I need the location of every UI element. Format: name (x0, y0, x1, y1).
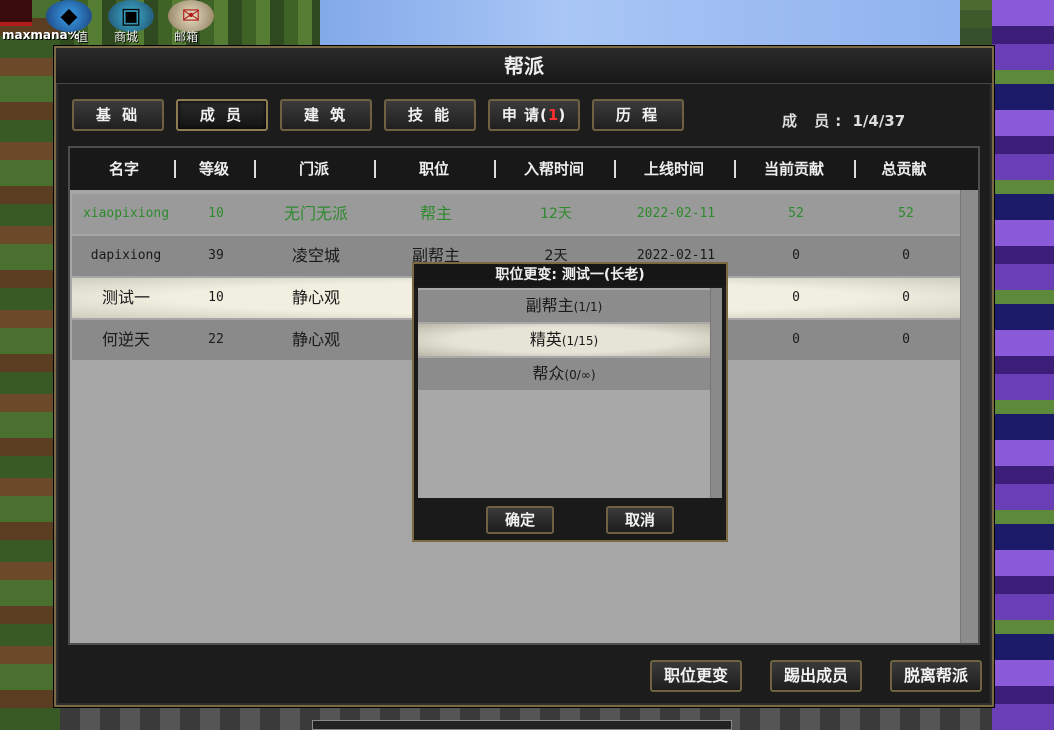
sky (300, 0, 960, 50)
tab-applications-label: 申 请( (501, 106, 548, 124)
cell-level: 39 (208, 248, 224, 263)
tab-buildings[interactable]: 建 筑 (280, 99, 372, 131)
tab-history[interactable]: 历 程 (592, 99, 684, 131)
cell-current: 0 (792, 248, 800, 263)
header-level: 等级 (198, 160, 229, 178)
cell-sect: 无门无派 (283, 204, 348, 223)
cell-sect: 凌空城 (291, 246, 340, 265)
gift-label: 商城 (114, 30, 139, 44)
change-position-button[interactable]: 职位更变 (650, 660, 742, 692)
hotbar[interactable] (312, 720, 732, 730)
header-name: 名字 (108, 160, 139, 178)
terrain-right (992, 0, 1054, 730)
cell-current: 52 (788, 206, 804, 221)
cell-level: 10 (208, 206, 224, 221)
crystal-label: 值 (76, 30, 89, 44)
header-position: 职位 (418, 160, 449, 178)
cell-sect: 静心观 (291, 288, 340, 307)
cell-name: 测试一 (101, 288, 150, 307)
header-current-contribution: 当前贡献 (763, 160, 824, 178)
cell-total: 0 (902, 248, 910, 263)
cell-total: 0 (902, 332, 910, 347)
header-divider (254, 160, 256, 178)
cell-total: 0 (902, 290, 910, 305)
header-online: 上线时间 (643, 160, 704, 178)
cell-level: 22 (208, 332, 224, 347)
option-count: (1/1) (573, 300, 603, 314)
option-label: 精英 (529, 330, 562, 349)
cell-current: 0 (792, 332, 800, 347)
option-count: (0/∞) (564, 368, 596, 382)
member-count: 成 员: 1/4/37 (782, 110, 905, 131)
tab-applications-suffix: ) (558, 106, 567, 124)
cell-name: dapixiong (90, 248, 162, 263)
panel-title: 帮派 (56, 48, 992, 84)
cell-sect: 静心观 (291, 330, 340, 349)
position-option-list: 副帮主(1/1) 精英(1/15) 帮众(0/∞) (418, 288, 722, 498)
confirm-button[interactable]: 确定 (486, 506, 554, 534)
cell-total: 52 (898, 206, 914, 221)
header-divider (614, 160, 616, 178)
header-divider (174, 160, 176, 178)
header-divider (374, 160, 376, 178)
mail-label: 邮箱 (174, 30, 199, 44)
member-count-label: 成 员: (782, 112, 848, 130)
leave-guild-button[interactable]: 脱离帮派 (890, 660, 982, 692)
option-vice-leader[interactable]: 副帮主(1/1) (418, 290, 710, 322)
option-label: 副帮主 (525, 296, 574, 315)
cell-position: 帮主 (419, 204, 452, 223)
table-header: 名字 等级 门派 职位 入帮时间 上线时间 当前贡献 总贡献 (70, 148, 978, 190)
application-count-badge: 1 (547, 106, 559, 124)
cell-online: 2022-02-11 (636, 206, 716, 221)
header-divider (734, 160, 736, 178)
table-row[interactable]: xiaopixiong 10 无门无派 帮主 12天 2022-02-11 52… (72, 194, 960, 234)
member-count-value: 1/4/37 (852, 112, 906, 130)
cell-name: xiaopixiong (82, 206, 170, 221)
cell-level: 10 (208, 290, 224, 305)
option-count: (1/15) (561, 334, 599, 348)
header-joined: 入帮时间 (523, 160, 584, 178)
option-label: 帮众 (532, 364, 565, 383)
tab-skills[interactable]: 技 能 (384, 99, 476, 131)
dialog-title: 职位更变: 测试一(长老) (414, 264, 726, 286)
tab-applications[interactable]: 申 请(1) (488, 99, 580, 131)
cell-name: 何逆天 (101, 330, 150, 349)
header-sect: 门派 (298, 160, 329, 178)
option-elite[interactable]: 精英(1/15) (418, 324, 710, 356)
dialog-scrollbar[interactable] (710, 288, 722, 498)
table-scrollbar[interactable] (960, 190, 978, 643)
cell-current: 0 (792, 290, 800, 305)
cancel-button[interactable]: 取消 (606, 506, 674, 534)
tab-members[interactable]: 成 员 (176, 99, 268, 131)
kick-member-button[interactable]: 踢出成员 (770, 660, 862, 692)
header-total-contribution: 总贡献 (881, 160, 927, 178)
tab-basic[interactable]: 基 础 (72, 99, 164, 131)
health-bar (0, 0, 32, 26)
header-divider (494, 160, 496, 178)
cell-joined: 12天 (540, 206, 572, 222)
position-change-dialog: 职位更变: 测试一(长老) 副帮主(1/1) 精英(1/15) 帮众(0/∞) … (412, 262, 728, 542)
option-member[interactable]: 帮众(0/∞) (418, 358, 710, 390)
header-divider (854, 160, 856, 178)
terrain-left (0, 0, 60, 730)
